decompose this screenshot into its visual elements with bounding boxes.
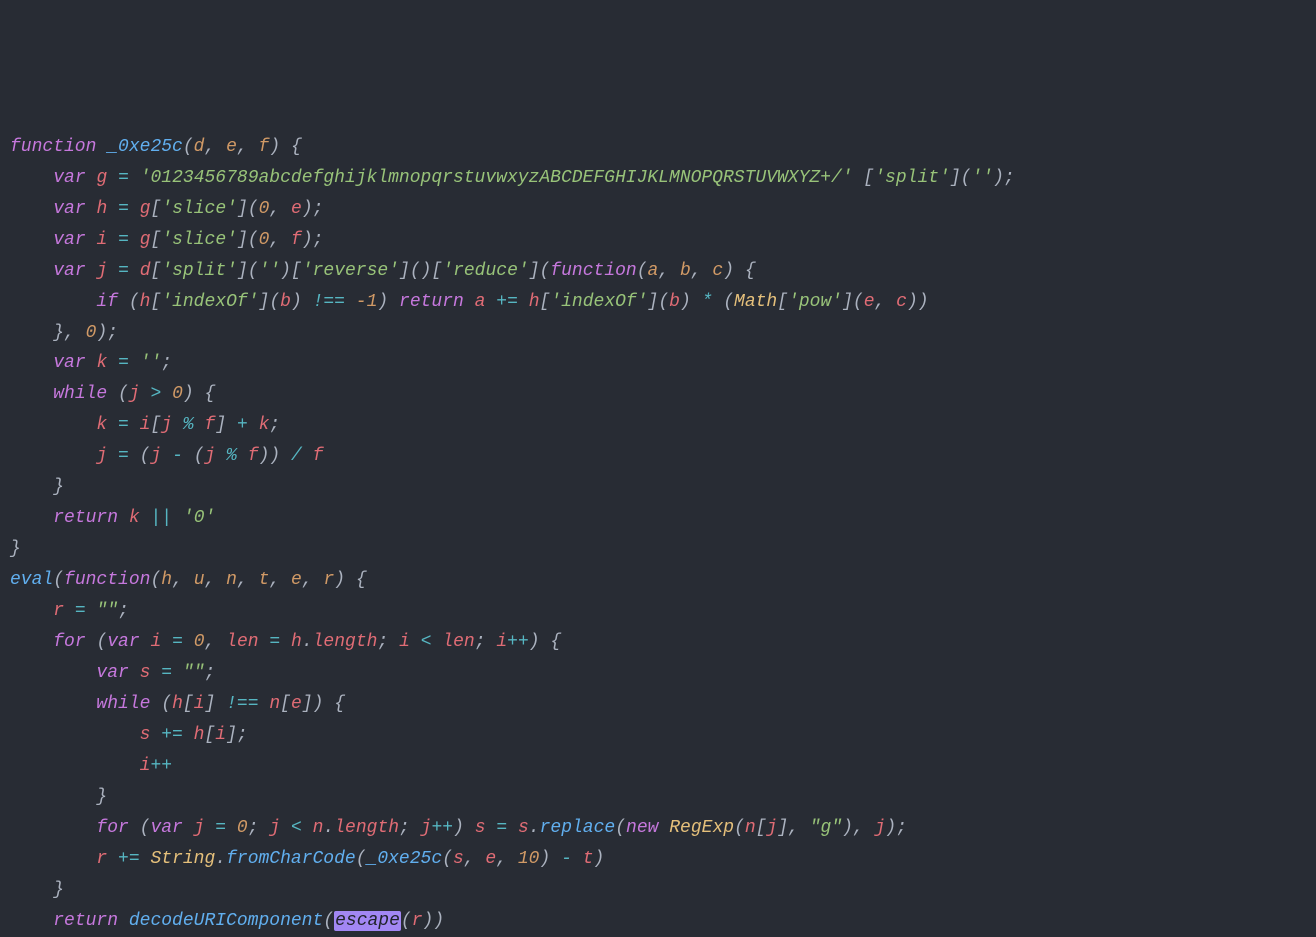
code-line: r += String.fromCharCode(_0xe25c(s, e, 1…: [10, 844, 1306, 875]
code-line: return k || '0': [10, 503, 1306, 534]
code-line: r = "";: [10, 596, 1306, 627]
code-line: }: [10, 782, 1306, 813]
code-line: s += h[i];: [10, 720, 1306, 751]
code-line: eval(function(h, u, n, t, e, r) {: [10, 565, 1306, 596]
code-editor[interactable]: function _0xe25c(d, e, f) { var g = '012…: [10, 132, 1306, 937]
code-line: if (h['indexOf'](b) !== -1) return a += …: [10, 287, 1306, 318]
code-line: while (h[i] !== n[e]) {: [10, 689, 1306, 720]
code-line: }: [10, 875, 1306, 906]
code-line: return decodeURIComponent(escape(r)): [10, 906, 1306, 937]
code-line: while (j > 0) {: [10, 379, 1306, 410]
code-line: i++: [10, 751, 1306, 782]
code-line: j = (j - (j % f)) / f: [10, 441, 1306, 472]
code-line: for (var i = 0, len = h.length; i < len;…: [10, 627, 1306, 658]
code-line: var k = '';: [10, 348, 1306, 379]
code-line: var i = g['slice'](0, f);: [10, 225, 1306, 256]
code-line: function _0xe25c(d, e, f) {: [10, 132, 1306, 163]
code-line: var j = d['split']('')['reverse']()['red…: [10, 256, 1306, 287]
code-line: var s = "";: [10, 658, 1306, 689]
code-line: var h = g['slice'](0, e);: [10, 194, 1306, 225]
code-line: for (var j = 0; j < n.length; j++) s = s…: [10, 813, 1306, 844]
code-line: }: [10, 472, 1306, 503]
deprecated-escape: escape: [334, 911, 401, 931]
code-line: k = i[j % f] + k;: [10, 410, 1306, 441]
code-line: var g = '0123456789abcdefghijklmnopqrstu…: [10, 163, 1306, 194]
code-line: }: [10, 534, 1306, 565]
code-line: }, 0);: [10, 318, 1306, 349]
